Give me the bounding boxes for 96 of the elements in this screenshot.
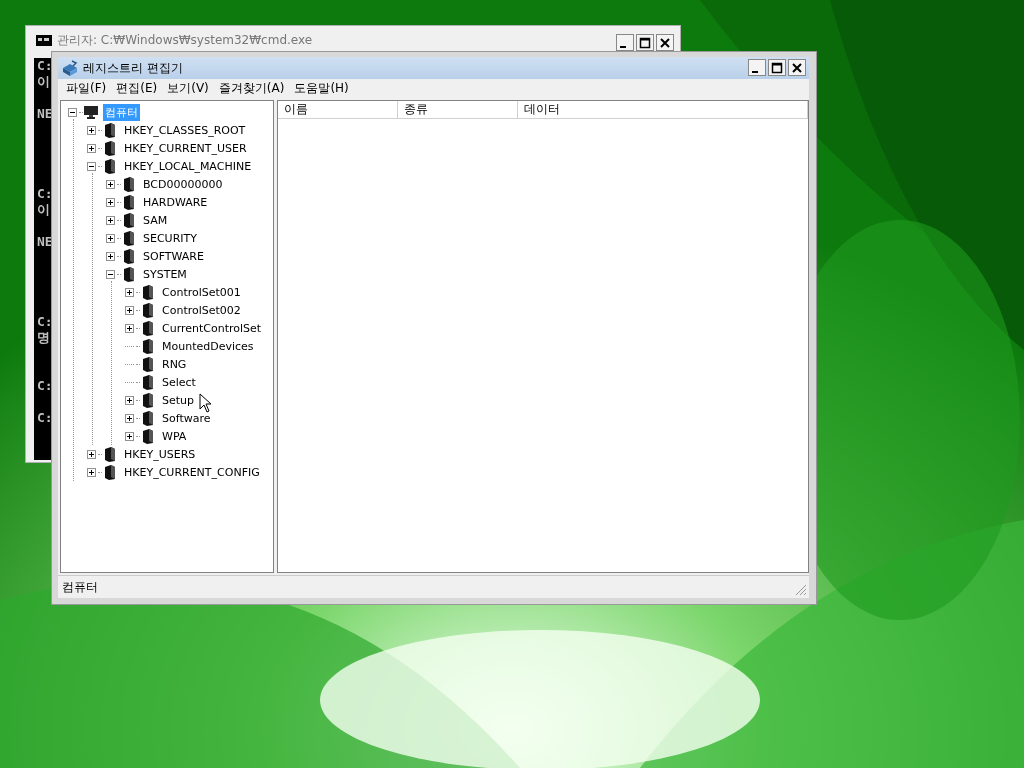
registry-key-icon [140,302,156,318]
console-text: NE [37,106,53,122]
tree-item[interactable]: BCD00000000 [141,176,225,192]
column-header[interactable]: 데이터 [518,101,808,118]
tree-item[interactable]: Setup [160,392,197,408]
resize-grip-icon[interactable] [793,582,807,596]
tree-item[interactable]: HKEY_CURRENT_USER [122,140,249,156]
expand-toggle[interactable] [125,431,134,441]
registry-key-icon [140,392,156,408]
tree-item[interactable]: HKEY_USERS [122,446,198,462]
console-text: C: [37,410,53,426]
tree-item[interactable]: HKEY_CLASSES_ROOT [122,122,248,138]
tree-item[interactable]: SOFTWARE [141,248,206,264]
registry-key-icon [121,230,137,246]
maximize-icon [771,61,783,74]
expand-toggle[interactable] [125,413,134,423]
console-icon [36,34,52,46]
registry-key-icon [140,284,156,300]
maximize-button[interactable] [636,34,654,51]
close-button[interactable] [656,34,674,51]
console-text: C: [37,378,53,394]
registry-key-icon [121,266,137,282]
window-title: 관리자: C:₩Windows₩system32₩cmd.exe [57,31,313,49]
minimize-button[interactable] [616,34,634,51]
expand-toggle[interactable] [87,449,96,459]
tree-item[interactable]: Software [160,410,213,426]
status-text: 컴퓨터 [62,578,98,596]
tree-item[interactable]: WPA [160,428,189,444]
console-text: 명 [37,330,50,346]
menu-item[interactable]: 파일(F) [62,80,113,97]
computer-icon [83,104,99,120]
close-icon [791,61,803,74]
maximize-icon [639,36,651,49]
registry-key-icon [121,212,137,228]
minimize-icon [620,45,626,48]
tree-item[interactable]: ControlSet001 [160,284,243,300]
tree-item[interactable]: HKEY_LOCAL_MACHINE [122,158,254,174]
registry-icon [62,60,78,76]
tree-item[interactable]: HARDWARE [141,194,210,210]
registry-key-icon [140,320,156,336]
console-text: C: [37,58,53,74]
registry-key-icon [102,122,118,138]
registry-key-icon [102,140,118,156]
registry-key-icon [102,464,118,480]
expand-toggle[interactable] [125,395,134,405]
expand-toggle[interactable] [106,215,115,225]
registry-key-icon [140,374,156,390]
registry-key-icon [121,248,137,264]
menu-item[interactable]: 즐겨찾기(A) [214,80,291,97]
collapse-toggle[interactable] [106,269,115,279]
expand-toggle[interactable] [87,125,96,135]
window-title: 레지스트리 편집기 [83,59,183,77]
tree-item[interactable]: SAM [141,212,170,228]
registry-key-icon [140,428,156,444]
close-icon [659,36,671,49]
expand-toggle[interactable] [125,305,134,315]
console-text: C: [37,186,53,202]
column-header[interactable]: 종류 [398,101,518,118]
tree-item[interactable]: Select [160,374,198,390]
registry-key-icon [121,176,137,192]
registry-key-icon [121,194,137,210]
menu-item[interactable]: 편집(E) [112,80,164,97]
console-text: 이 [37,74,50,90]
expand-toggle[interactable] [87,143,96,153]
registry-key-icon [140,338,156,354]
collapse-toggle[interactable] [68,107,77,117]
registry-key-icon [140,356,156,372]
tree-item[interactable]: SYSTEM [141,266,189,282]
minimize-icon [752,70,758,73]
menu-item[interactable]: 도움말(H) [290,80,355,97]
registry-key-icon [102,446,118,462]
expand-toggle[interactable] [106,233,115,243]
minimize-button[interactable] [748,59,766,76]
menu-item[interactable]: 보기(V) [163,80,215,97]
tree-item[interactable]: RNG [160,356,189,372]
expand-toggle[interactable] [125,287,134,297]
console-text: 이 [37,202,50,218]
tree-item[interactable]: MountedDevices [160,338,256,354]
column-header[interactable]: 이름 [278,101,398,118]
expand-toggle[interactable] [106,179,115,189]
maximize-button[interactable] [768,59,786,76]
tree-item[interactable]: SECURITY [141,230,199,246]
registry-key-icon [140,410,156,426]
close-button[interactable] [788,59,806,76]
expand-toggle[interactable] [106,197,115,207]
expand-toggle[interactable] [106,251,115,261]
expand-toggle[interactable] [87,467,96,477]
tree-item[interactable]: HKEY_CURRENT_CONFIG [122,464,262,480]
registry-key-icon [102,158,118,174]
expand-toggle[interactable] [125,323,134,333]
tree-item[interactable]: CurrentControlSet [160,320,264,336]
collapse-toggle[interactable] [87,161,96,171]
tree-item[interactable]: ControlSet002 [160,302,243,318]
console-text: C: [37,314,53,330]
cursor-icon [199,393,212,413]
console-text: NE [37,234,53,250]
